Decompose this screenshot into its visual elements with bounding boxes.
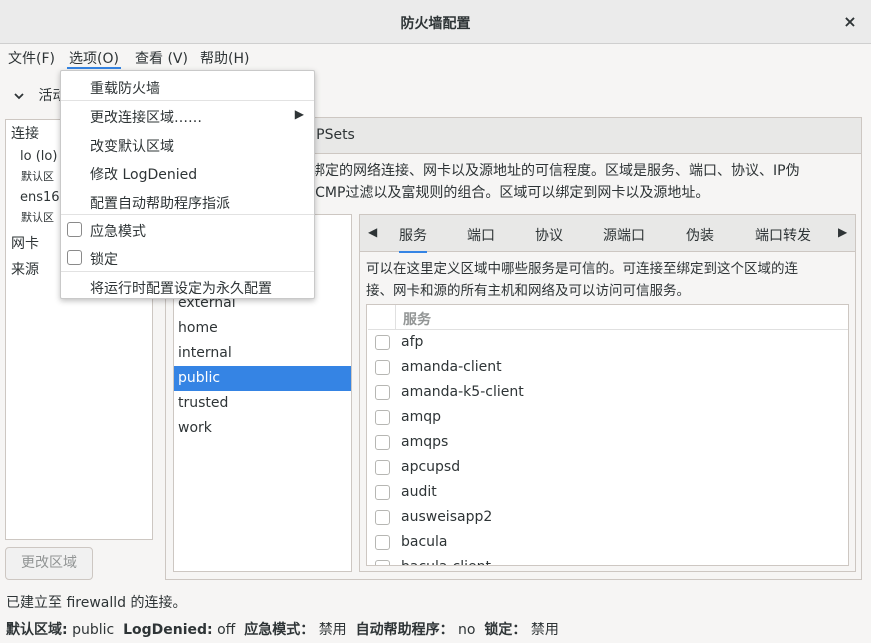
connection-status: 已建立至 firewalld 的连接。	[6, 595, 187, 611]
submenu-arrow-icon: ▶	[294, 107, 304, 121]
connection-zone: 默认区	[21, 170, 54, 183]
service-checkbox[interactable]	[375, 485, 390, 500]
zone-item-home[interactable]: home	[174, 316, 351, 341]
auto-helper-value: no	[458, 622, 476, 638]
logdenied-label: LogDenied:	[123, 622, 213, 638]
tab-scroll-right-icon[interactable]: ▶	[838, 225, 847, 239]
menu-bar: 文件(F) 选项(O) 查看 (V) 帮助(H)	[0, 44, 871, 71]
menu-view[interactable]: 查看 (V)	[133, 48, 190, 68]
menu-item-change-default-zone[interactable]: 改变默认区域	[61, 130, 314, 158]
panic-mode-label: 应急模式：	[244, 622, 315, 638]
service-checkbox[interactable]	[375, 560, 390, 565]
lockdown-value: 禁用	[530, 622, 559, 638]
tab-ports[interactable]: 端口	[467, 225, 495, 245]
menu-help[interactable]: 帮助(H)	[198, 48, 251, 68]
connection-item[interactable]: lo (lo)	[20, 149, 57, 164]
chevron-down-icon	[14, 88, 28, 104]
zone-tab-bar: ◀ 服务 端口 协议 源端口 伪装 端口转发 ▶	[360, 215, 855, 253]
connection-zone: 默认区	[21, 211, 54, 224]
table-row: amanda-k5-client	[367, 381, 848, 406]
service-checkbox[interactable]	[375, 335, 390, 350]
default-zone-label: 默认区域:	[6, 622, 68, 638]
tab-port-forwarding[interactable]: 端口转发	[755, 225, 811, 245]
menu-item-lockdown[interactable]: 锁定	[61, 243, 314, 271]
zone-description-line: 绑定的网络连接、网卡以及源地址的可信程度。区域是服务、端口、协议、IP伪	[311, 163, 800, 179]
service-checkbox[interactable]	[375, 460, 390, 475]
table-row: audit	[367, 481, 848, 506]
menu-item-runtime-to-permanent[interactable]: 将运行时配置设定为永久配置	[61, 272, 314, 300]
services-table: 服务 afp amanda-client amanda-k5-client am…	[366, 304, 849, 566]
panic-mode-value: 禁用	[318, 622, 347, 638]
window-title: 防火墙配置	[400, 16, 471, 32]
service-checkbox[interactable]	[375, 410, 390, 425]
table-row: afp	[367, 331, 848, 356]
panic-mode-checkbox[interactable]	[67, 222, 82, 237]
connections-header: 连接	[11, 126, 39, 142]
nic-header: 网卡	[11, 236, 39, 252]
zone-item-internal[interactable]: internal	[174, 341, 351, 366]
tab-services[interactable]: 服务	[399, 225, 427, 253]
default-zone-value: public	[72, 622, 115, 638]
service-checkbox[interactable]	[375, 385, 390, 400]
tab-source-ports[interactable]: 源端口	[603, 225, 645, 245]
menu-item-modify-logdenied[interactable]: 修改 LogDenied	[61, 158, 314, 186]
menu-item-reload[interactable]: 重载防火墙	[61, 72, 314, 100]
menu-file[interactable]: 文件(F)	[6, 48, 57, 68]
services-table-header: 服务	[368, 305, 848, 330]
active-bindings-toggle[interactable]: 活动	[14, 85, 66, 105]
zone-item-trusted[interactable]: trusted	[174, 391, 351, 416]
options-menu: 重载防火墙 更改连接区域…… ▶ 改变默认区域 修改 LogDenied 配置自动…	[60, 70, 315, 299]
menu-item-panic-mode[interactable]: 应急模式	[61, 215, 314, 243]
menu-options[interactable]: 选项(O)	[67, 48, 121, 69]
menu-item-configure-helpers[interactable]: 配置自动帮助程序指派	[61, 187, 314, 215]
services-column-header[interactable]: 服务	[403, 309, 431, 329]
logdenied-value: off	[217, 622, 236, 638]
table-row: amanda-client	[367, 356, 848, 381]
tab-scroll-left-icon[interactable]: ◀	[368, 225, 377, 239]
services-description: 可以在这里定义区域中哪些服务是可信的。可连接至绑定到这个区域的连 接、网卡和源的…	[366, 261, 798, 299]
table-row: ausweisapp2	[367, 506, 848, 531]
table-row: bacula-client	[367, 556, 848, 565]
tab-ipsets[interactable]: IPSets	[312, 127, 355, 143]
lockdown-checkbox[interactable]	[67, 250, 82, 265]
source-header: 来源	[11, 262, 39, 278]
title-bar: 防火墙配置 ×	[0, 0, 871, 44]
service-checkbox[interactable]	[375, 360, 390, 375]
service-checkbox[interactable]	[375, 435, 390, 450]
zone-description-line: ICMP过滤以及富规则的组合。区域可以绑定到网卡以及源地址。	[311, 185, 710, 201]
service-checkbox[interactable]	[375, 535, 390, 550]
tab-protocols[interactable]: 协议	[535, 225, 563, 245]
status-bar: 默认区域: public LogDenied: off 应急模式： 禁用 自动帮…	[6, 619, 559, 639]
close-icon[interactable]: ×	[839, 11, 861, 33]
table-row: apcupsd	[367, 456, 848, 481]
auto-helper-label: 自动帮助程序：	[355, 622, 454, 638]
table-row: amqp	[367, 406, 848, 431]
tab-masquerade[interactable]: 伪装	[686, 225, 714, 245]
table-row: amqps	[367, 431, 848, 456]
table-row: bacula	[367, 531, 848, 556]
menu-item-change-connection-zone[interactable]: 更改连接区域…… ▶	[61, 101, 314, 129]
change-zone-button[interactable]: 更改区域	[5, 547, 93, 580]
zone-item-public[interactable]: public	[174, 366, 351, 391]
lockdown-label: 锁定：	[484, 622, 527, 638]
service-checkbox[interactable]	[375, 510, 390, 525]
zone-item-work[interactable]: work	[174, 416, 351, 441]
